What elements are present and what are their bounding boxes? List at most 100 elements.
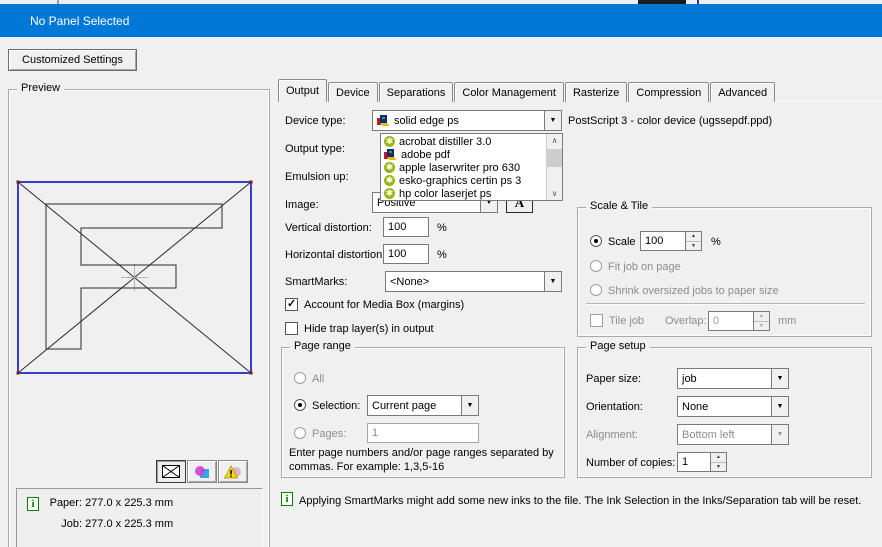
warnings-button[interactable] — [218, 460, 248, 483]
copies-label: Number of copies: — [586, 457, 676, 469]
tab-rasterize[interactable]: Rasterize — [564, 82, 628, 102]
dropdown-button[interactable] — [771, 397, 788, 416]
dropdown-button[interactable] — [771, 425, 788, 444]
hide-trap-label: Hide trap layer(s) in output — [304, 323, 434, 335]
percent-label: % — [437, 222, 447, 234]
tile-job-checkbox[interactable] — [590, 314, 603, 327]
page-setup-groupbox: Page setup Paper size: job Orientation: … — [577, 340, 872, 478]
printer-icon — [377, 114, 390, 126]
ps-device-icon — [384, 175, 395, 186]
overlap-spinner[interactable]: 0 — [708, 311, 770, 331]
device-option[interactable]: apple laserwriter pro 630 — [381, 161, 546, 174]
output-type-label: Output type: — [285, 143, 345, 155]
title-bar[interactable]: No Panel Selected — [0, 4, 882, 37]
fit-job-radio[interactable] — [590, 260, 602, 272]
dropdown-button[interactable] — [544, 111, 561, 130]
orientation-combo[interactable]: None — [677, 396, 789, 417]
list-scrollbar[interactable]: ∧ ∨ — [546, 134, 562, 200]
device-info-text: PostScript 3 - color device (ugssepdf.pp… — [568, 115, 773, 127]
spin-up-button[interactable] — [686, 232, 701, 242]
ps-device-icon — [384, 162, 395, 173]
preview-canvas — [16, 180, 253, 375]
scrollbar-down-button[interactable]: ∨ — [547, 187, 562, 200]
device-type-combo[interactable]: solid edge ps — [372, 110, 562, 131]
scale-percent-label: % — [711, 236, 721, 248]
tab-compression[interactable]: Compression — [628, 82, 710, 102]
overlap-label: Overlap: — [665, 315, 707, 327]
percent-label: % — [437, 249, 447, 261]
vertical-distortion-label: Vertical distortion: — [285, 222, 372, 234]
tab-separations[interactable]: Separations — [378, 82, 454, 102]
account-media-box-checkbox[interactable] — [285, 297, 298, 311]
color-preview-icon — [195, 465, 209, 478]
account-media-box-label: Account for Media Box (margins) — [304, 299, 465, 311]
paper-size-combo[interactable]: job — [677, 368, 789, 389]
job-size-row: Job: 277.0 x 225.3 mm — [44, 518, 173, 530]
all-pages-radio[interactable] — [294, 372, 306, 384]
page-range-legend: Page range — [290, 340, 355, 352]
job-value: 277.0 x 225.3 mm — [85, 518, 174, 530]
page-range-hint: Enter page numbers and/or page ranges se… — [289, 447, 554, 473]
smartmarks-value: <None> — [390, 275, 430, 288]
corner-marker — [249, 371, 253, 375]
ps-device-icon — [384, 136, 395, 147]
orientation-label: Orientation: — [586, 401, 643, 413]
device-option[interactable]: adobe pdf — [381, 148, 546, 161]
device-type-dropdown-list: acrobat distiller 3.0 adobe pdf apple la… — [380, 133, 563, 201]
device-option[interactable]: hp color laserjet ps — [381, 187, 546, 200]
printer-icon — [384, 148, 397, 160]
spin-up-button[interactable] — [711, 453, 726, 463]
scrollbar-thumb[interactable] — [547, 149, 562, 167]
dropdown-button[interactable] — [461, 396, 478, 415]
spin-up-button[interactable] — [754, 312, 769, 322]
scale-spinner[interactable]: 100 — [640, 231, 702, 251]
fit-job-label: Fit job on page — [608, 261, 681, 273]
vertical-distortion-field[interactable]: 100 — [383, 217, 429, 237]
page-range-groupbox: Page range All Selection: Current page P… — [281, 340, 565, 478]
scrollbar-up-button[interactable]: ∧ — [547, 134, 562, 147]
shrink-jobs-radio[interactable] — [590, 284, 602, 296]
paper-label: Paper: — [49, 497, 82, 509]
info-icon: i — [27, 497, 39, 511]
dropdown-button[interactable] — [544, 272, 561, 291]
job-label: Job: — [61, 518, 82, 530]
wireframe-view-button[interactable] — [156, 460, 186, 483]
copies-spinner[interactable]: 1 — [677, 452, 727, 472]
alignment-value: Bottom left — [682, 428, 735, 441]
selection-combo[interactable]: Current page — [367, 395, 479, 416]
spin-down-button[interactable] — [754, 321, 769, 330]
wireframe-view-icon — [162, 465, 180, 478]
selection-radio[interactable] — [294, 399, 306, 411]
hide-trap-checkbox[interactable] — [285, 322, 298, 335]
color-preview-button[interactable] — [187, 460, 217, 483]
pages-radio[interactable] — [294, 427, 306, 439]
paper-value: 277.0 x 225.3 mm — [85, 497, 174, 509]
tab-device[interactable]: Device — [328, 82, 378, 102]
customized-settings-label: Customized Settings — [22, 54, 123, 66]
selection-label: Selection: — [312, 400, 361, 412]
paper-size-row: i Paper: 277.0 x 225.3 mm — [27, 497, 173, 511]
tab-output[interactable]: Output — [278, 79, 328, 102]
scale-tile-groupbox: Scale & Tile Scale 100 % Fit job on page… — [577, 200, 872, 337]
customized-settings-button[interactable]: Customized Settings — [8, 49, 137, 71]
scale-radio[interactable] — [590, 235, 602, 247]
overlap-unit-label: mm — [778, 315, 797, 327]
image-label: Image: — [285, 199, 319, 211]
alignment-combo[interactable]: Bottom left — [677, 424, 789, 445]
horizontal-distortion-field[interactable]: 100 — [383, 244, 429, 264]
spin-down-button[interactable] — [686, 241, 701, 250]
smartmarks-combo[interactable]: <None> — [385, 271, 562, 292]
corner-marker — [16, 180, 20, 184]
device-option[interactable]: esko-graphics certin ps 3 — [381, 174, 546, 187]
dropdown-button[interactable] — [771, 369, 788, 388]
scrollbar-track[interactable] — [547, 147, 562, 187]
tab-strip: Output Device Separations Color Manageme… — [278, 79, 776, 102]
tab-advanced[interactable]: Advanced — [710, 82, 776, 102]
page-setup-legend: Page setup — [586, 340, 650, 352]
spin-down-button[interactable] — [711, 462, 726, 471]
smartmarks-label: SmartMarks: — [285, 276, 348, 288]
device-option[interactable]: acrobat distiller 3.0 — [381, 135, 546, 148]
pages-field[interactable]: 1 — [367, 423, 479, 443]
window-title: No Panel Selected — [30, 13, 130, 28]
tab-color-management[interactable]: Color Management — [454, 82, 564, 102]
